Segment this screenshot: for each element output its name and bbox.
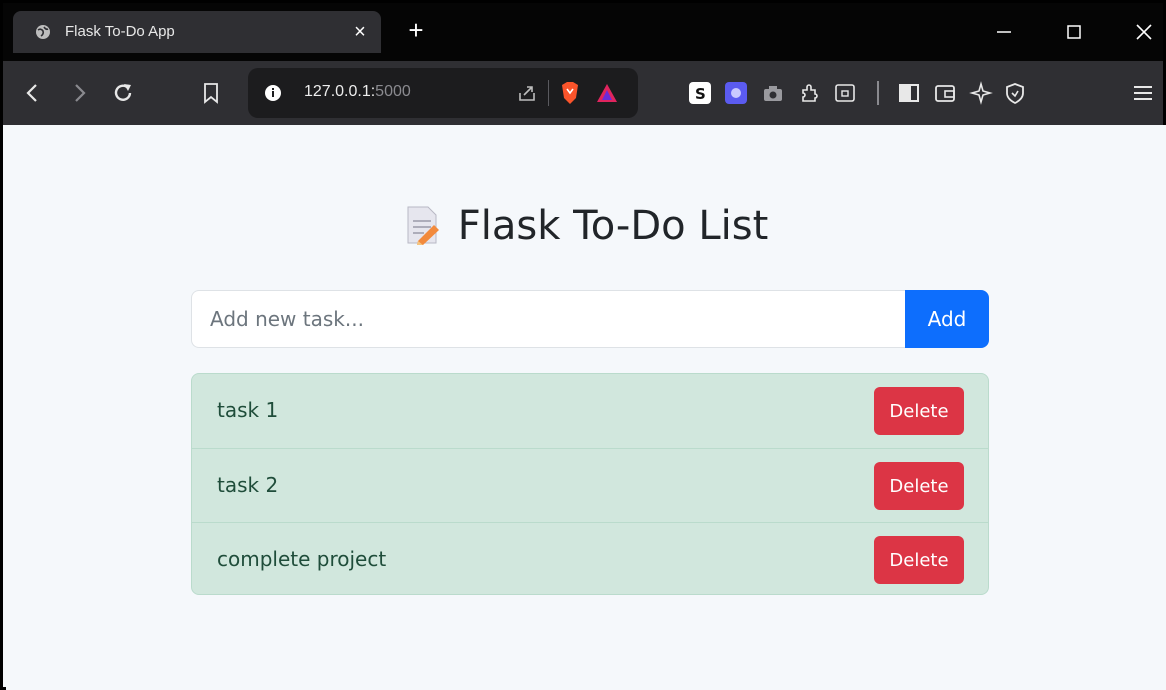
puzzle-icon[interactable] <box>798 81 822 105</box>
sidebar-icon[interactable] <box>897 81 921 105</box>
list-item: task 2 Delete <box>192 448 988 522</box>
memo-icon <box>407 206 439 245</box>
url-text: 127.0.0.1:5000 <box>304 83 411 101</box>
minimize-icon[interactable] <box>993 21 1015 43</box>
extension-s-icon[interactable]: S <box>689 82 711 104</box>
wallet-icon[interactable] <box>933 81 957 105</box>
url-host: 127.0.0.1: <box>304 83 376 100</box>
brave-rewards-icon[interactable] <box>596 82 618 104</box>
leo-icon[interactable] <box>969 81 993 105</box>
plus-icon[interactable]: + <box>403 17 429 43</box>
browser-window: Flask To-Do App × + 127.0.0.1:5000 S Fla… <box>0 0 1166 690</box>
toolbar-divider <box>877 81 879 105</box>
page-title-row: Flask To-Do List <box>6 203 1166 249</box>
info-icon[interactable] <box>264 84 282 102</box>
list-item: task 1 Delete <box>192 374 988 448</box>
window-close-icon[interactable] <box>1133 21 1155 43</box>
url-port: 5000 <box>375 83 411 100</box>
camera-icon[interactable] <box>761 81 785 105</box>
vpn-icon[interactable] <box>1003 81 1027 105</box>
browser-tab[interactable]: Flask To-Do App × <box>13 11 381 53</box>
forward-icon[interactable] <box>67 81 91 105</box>
task-list: task 1 Delete task 2 Delete complete pro… <box>191 373 989 595</box>
tab-title: Flask To-Do App <box>65 23 175 40</box>
globe-icon <box>36 25 50 39</box>
delete-button[interactable]: Delete <box>874 387 964 435</box>
share-icon[interactable] <box>516 82 538 104</box>
svg-text:S: S <box>695 85 706 103</box>
back-icon[interactable] <box>21 81 45 105</box>
browser-toolbar: 127.0.0.1:5000 S <box>3 61 1163 125</box>
reload-icon[interactable] <box>111 81 135 105</box>
task-text: complete project <box>217 547 387 571</box>
maximize-icon[interactable] <box>1063 21 1085 43</box>
delete-button[interactable]: Delete <box>874 462 964 510</box>
list-item: complete project Delete <box>192 522 988 596</box>
menu-icon[interactable] <box>1131 81 1155 105</box>
task-text: task 1 <box>217 398 279 422</box>
extension-purple-icon[interactable] <box>725 82 747 104</box>
page-content: Flask To-Do List Add task 1 Delete task … <box>6 125 1166 690</box>
tab-strip: Flask To-Do App × + <box>3 3 1163 61</box>
add-button[interactable]: Add <box>905 290 989 348</box>
address-bar[interactable]: 127.0.0.1:5000 <box>248 68 638 118</box>
brave-shield-icon[interactable] <box>558 80 582 106</box>
delete-button[interactable]: Delete <box>874 536 964 584</box>
task-input[interactable] <box>191 290 905 348</box>
close-icon[interactable]: × <box>347 19 373 45</box>
reader-icon[interactable] <box>833 81 857 105</box>
bookmark-icon[interactable] <box>199 81 223 105</box>
task-text: task 2 <box>217 473 279 497</box>
add-task-form: Add <box>191 290 989 348</box>
divider <box>548 80 549 106</box>
page-title: Flask To-Do List <box>457 203 769 249</box>
